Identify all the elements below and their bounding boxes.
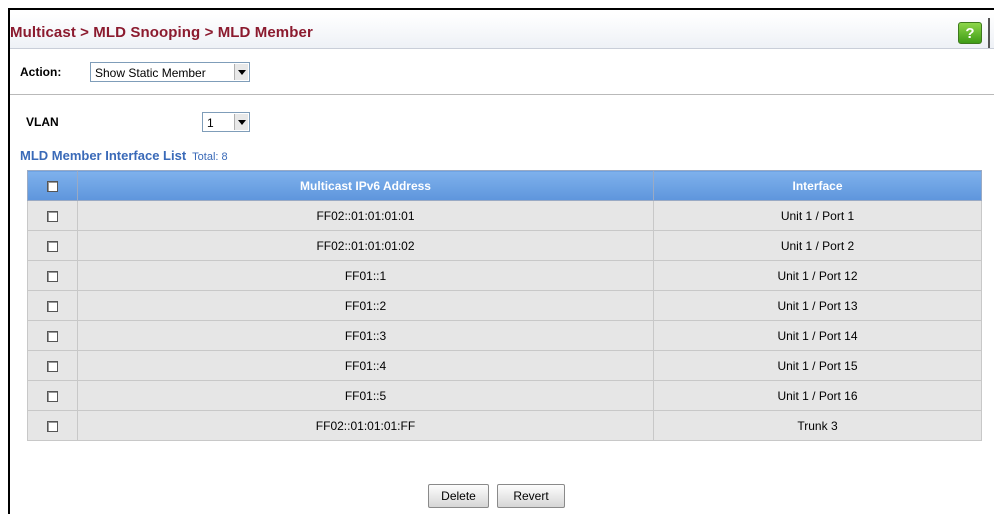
row-select-cell bbox=[27, 290, 78, 321]
row-select-cell bbox=[27, 350, 78, 381]
action-select-value: Show Static Member bbox=[95, 66, 206, 80]
table-row: FF01::3 Unit 1 / Port 14 bbox=[27, 320, 982, 351]
row-select-cell bbox=[27, 200, 78, 231]
list-title-text: MLD Member Interface List bbox=[20, 148, 187, 163]
chevron-down-icon[interactable] bbox=[234, 114, 248, 130]
row-select-cell bbox=[27, 260, 78, 291]
cell-address: FF02::01:01:01:02 bbox=[77, 230, 654, 261]
divider bbox=[10, 94, 994, 95]
row-select-cell bbox=[27, 410, 78, 441]
cell-interface: Unit 1 / Port 1 bbox=[653, 200, 982, 231]
row-select-cell bbox=[27, 320, 78, 351]
revert-button[interactable]: Revert bbox=[497, 484, 565, 508]
table-row: FF01::4 Unit 1 / Port 15 bbox=[27, 350, 982, 381]
list-title: MLD Member Interface List Total: 8 bbox=[20, 148, 228, 163]
select-all-checkbox[interactable] bbox=[47, 180, 58, 192]
column-header-interface: Interface bbox=[653, 170, 982, 201]
column-header-address: Multicast IPv6 Address bbox=[77, 170, 654, 201]
member-table: Multicast IPv6 Address Interface FF02::0… bbox=[27, 170, 982, 441]
row-checkbox[interactable] bbox=[47, 390, 58, 402]
row-select-cell bbox=[27, 230, 78, 261]
table-row: FF01::1 Unit 1 / Port 12 bbox=[27, 260, 982, 291]
help-icon[interactable]: ? bbox=[958, 22, 982, 44]
row-checkbox[interactable] bbox=[47, 420, 58, 432]
row-checkbox[interactable] bbox=[47, 330, 58, 342]
toolbar-divider bbox=[988, 18, 990, 48]
row-checkbox[interactable] bbox=[47, 300, 58, 312]
row-select-cell bbox=[27, 380, 78, 411]
table-header-row: Multicast IPv6 Address Interface bbox=[27, 170, 982, 201]
vlan-label: VLAN bbox=[26, 115, 59, 129]
chevron-down-icon[interactable] bbox=[234, 64, 248, 80]
row-checkbox[interactable] bbox=[47, 270, 58, 282]
row-checkbox[interactable] bbox=[47, 210, 58, 222]
cell-interface: Unit 1 / Port 16 bbox=[653, 380, 982, 411]
cell-interface: Trunk 3 bbox=[653, 410, 982, 441]
row-checkbox[interactable] bbox=[47, 360, 58, 372]
table-row: FF01::5 Unit 1 / Port 16 bbox=[27, 380, 982, 411]
action-label: Action: bbox=[20, 65, 62, 79]
row-checkbox[interactable] bbox=[47, 240, 58, 252]
cell-interface: Unit 1 / Port 12 bbox=[653, 260, 982, 291]
table-row: FF02::01:01:01:02 Unit 1 / Port 2 bbox=[27, 230, 982, 261]
cell-address: FF02::01:01:01:FF bbox=[77, 410, 654, 441]
delete-button[interactable]: Delete bbox=[428, 484, 489, 508]
list-total: Total: 8 bbox=[192, 151, 228, 163]
table-row: FF01::2 Unit 1 / Port 13 bbox=[27, 290, 982, 321]
table-row: FF02::01:01:01:01 Unit 1 / Port 1 bbox=[27, 200, 982, 231]
cell-address: FF01::2 bbox=[77, 290, 654, 321]
vlan-select[interactable]: 1 bbox=[202, 112, 250, 132]
cell-address: FF01::5 bbox=[77, 380, 654, 411]
button-bar: Delete Revert bbox=[0, 484, 994, 508]
cell-interface: Unit 1 / Port 2 bbox=[653, 230, 982, 261]
select-all-cell bbox=[27, 170, 78, 201]
cell-interface: Unit 1 / Port 13 bbox=[653, 290, 982, 321]
action-select[interactable]: Show Static Member bbox=[90, 62, 250, 82]
cell-address: FF01::4 bbox=[77, 350, 654, 381]
cell-address: FF01::3 bbox=[77, 320, 654, 351]
cell-address: FF01::1 bbox=[77, 260, 654, 291]
cell-address: FF02::01:01:01:01 bbox=[77, 200, 654, 231]
cell-interface: Unit 1 / Port 14 bbox=[653, 320, 982, 351]
table-row: FF02::01:01:01:FF Trunk 3 bbox=[27, 410, 982, 441]
page-title: Multicast > MLD Snooping > MLD Member bbox=[10, 24, 313, 41]
vlan-select-value: 1 bbox=[207, 116, 214, 130]
cell-interface: Unit 1 / Port 15 bbox=[653, 350, 982, 381]
